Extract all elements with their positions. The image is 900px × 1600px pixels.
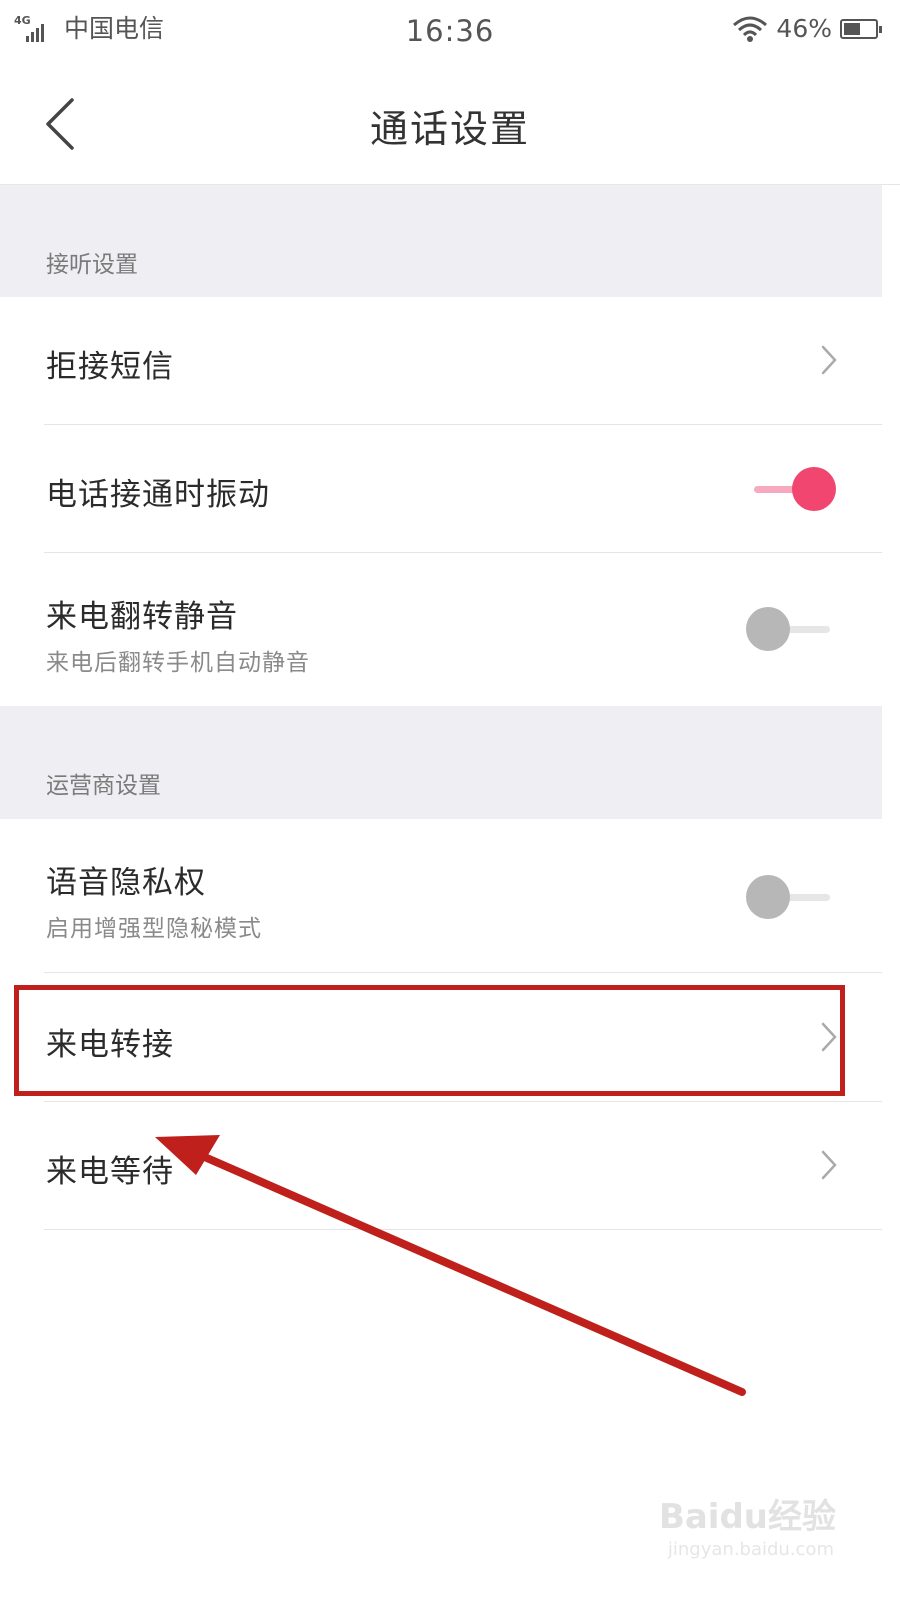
chevron-right-icon (821, 345, 837, 375)
row-reject-sms[interactable]: 拒接短信 (0, 297, 882, 424)
battery-icon (840, 18, 882, 39)
row-voice-privacy[interactable]: 语音隐私权 启用增强型隐秘模式 (0, 819, 882, 972)
row-label: 电话接通时振动 (46, 477, 270, 513)
section-header-carrier: 运营商设置 (0, 706, 882, 819)
voice-privacy-toggle[interactable] (746, 873, 836, 921)
wifi-icon (733, 16, 768, 42)
row-vibrate-on-connect[interactable]: 电话接通时振动 (0, 425, 882, 552)
row-label: 拒接短信 (46, 349, 174, 385)
row-sublabel: 启用增强型隐秘模式 (46, 916, 262, 942)
row-sublabel: 来电后翻转手机自动静音 (46, 650, 310, 676)
row-label: 来电转接 (46, 1027, 174, 1063)
nav-bar: 通话设置 (0, 64, 900, 185)
chevron-right-icon (821, 1022, 837, 1052)
page-title: 通话设置 (369, 107, 530, 151)
watermark-logo: Baidu经验 (658, 1497, 836, 1537)
vibrate-toggle[interactable] (746, 465, 836, 513)
row-call-forwarding[interactable]: 来电转接 (0, 973, 882, 1101)
chevron-right-icon (821, 1150, 837, 1180)
row-label: 语音隐私权 (46, 865, 206, 901)
flip-mute-toggle[interactable] (746, 605, 836, 653)
battery-percent: 46% (776, 14, 832, 43)
section-header-answer: 接听设置 (0, 185, 882, 297)
row-label: 来电等待 (46, 1154, 174, 1190)
status-bar: 4G 中国电信 16:36 46% (0, 0, 900, 64)
row-call-waiting[interactable]: 来电等待 (0, 1102, 882, 1229)
row-flip-to-mute[interactable]: 来电翻转静音 来电后翻转手机自动静音 (0, 553, 882, 706)
section-title: 接听设置 (46, 252, 138, 278)
status-right: 46% (732, 14, 882, 43)
divider (44, 1229, 882, 1230)
row-label: 来电翻转静音 (46, 599, 238, 635)
watermark-url: jingyan.baidu.com (667, 1539, 834, 1560)
section-title: 运营商设置 (46, 773, 161, 799)
